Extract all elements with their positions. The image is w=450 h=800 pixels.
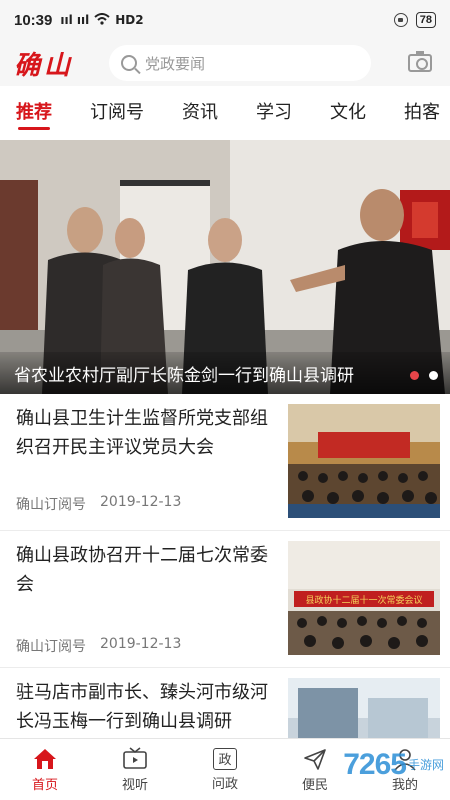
news-thumbnail — [288, 404, 440, 518]
tv-icon — [122, 746, 148, 771]
watermark: 7265 手游网 — [343, 748, 444, 782]
news-title: 确山县政协召开十二届七次常委会 — [16, 545, 268, 595]
carousel-dots — [410, 371, 438, 380]
tab-recommend[interactable]: 推荐 — [16, 86, 52, 140]
nav-label: 视听 — [121, 777, 148, 793]
thumbnail-banner-text: 县政协十二届十一次常委会议 — [305, 594, 422, 606]
banner-carousel[interactable]: 省农业农村厅副厅长陈金剑一行到确山县调研 — [0, 140, 450, 394]
send-icon — [302, 747, 328, 771]
signal-icon: ııl ııl — [60, 13, 90, 27]
channel-tabs: 推荐 订阅号 资讯 学习 文化 拍客 经 — [0, 86, 450, 140]
status-time: 10:39 — [14, 11, 53, 29]
tab-study[interactable]: 学习 — [256, 86, 292, 140]
news-meta: 确山订阅号 2019-12-13 — [16, 494, 181, 514]
news-date: 2019-12-13 — [100, 636, 182, 652]
nav-wenzheng[interactable]: 政 问政 — [180, 739, 270, 800]
news-thumbnail: 县政协十二届十一次常委会议 — [288, 541, 440, 655]
carousel-dot[interactable] — [410, 371, 419, 380]
rotation-lock-icon — [393, 13, 408, 27]
news-source: 确山订阅号 — [16, 639, 86, 655]
tab-culture[interactable]: 文化 — [330, 86, 366, 140]
news-source: 确山订阅号 — [16, 497, 86, 513]
search-input[interactable]: 党政要闻 — [109, 45, 371, 81]
search-placeholder: 党政要闻 — [145, 54, 206, 73]
network-badge: HD2 — [115, 13, 144, 27]
nav-label: 问政 — [211, 776, 238, 792]
battery-indicator: 78 — [415, 12, 436, 28]
news-list-item[interactable]: 确山县卫生计生监督所党支部组织召开民主评议党员大会 确山订阅号 2019-12-… — [0, 394, 450, 531]
nav-label: 首页 — [31, 777, 58, 793]
home-icon — [32, 747, 58, 771]
wifi-icon — [94, 12, 110, 28]
tab-paike[interactable]: 拍客 — [404, 86, 440, 140]
search-icon — [121, 55, 137, 71]
zheng-icon: 政 — [213, 747, 237, 770]
status-bar: 10:39 ııl ııl HD2 78 — [0, 0, 450, 40]
news-list-item[interactable]: 确山县政协召开十二届七次常委会 确山订阅号 2019-12-13 县政协十二届十… — [0, 531, 450, 668]
banner-caption: 省农业农村厅副厅长陈金剑一行到确山县调研 — [0, 352, 450, 394]
news-date: 2019-12-13 — [100, 494, 182, 510]
status-icons: ııl ııl HD2 — [60, 12, 144, 28]
watermark-number: 7265 — [343, 748, 407, 781]
tab-subscriptions[interactable]: 订阅号 — [90, 86, 144, 140]
news-title: 确山县卫生计生监督所党支部组织召开民主评议党员大会 — [16, 408, 268, 458]
carousel-dot[interactable] — [429, 371, 438, 380]
news-title: 驻马店市副市长、臻头河市级河长冯玉梅一行到确山县调研 — [16, 682, 268, 732]
news-meta: 确山订阅号 2019-12-13 — [16, 636, 181, 656]
tab-news[interactable]: 资讯 — [182, 86, 218, 140]
nav-label: 便民 — [301, 777, 328, 793]
watermark-text: 手游网 — [407, 758, 444, 772]
app-logo: 确山 — [14, 50, 75, 81]
nav-home[interactable]: 首页 — [0, 739, 90, 800]
nav-video[interactable]: 视听 — [90, 739, 180, 800]
camera-icon[interactable] — [408, 51, 432, 72]
app-header: 确山 党政要闻 — [0, 40, 450, 86]
